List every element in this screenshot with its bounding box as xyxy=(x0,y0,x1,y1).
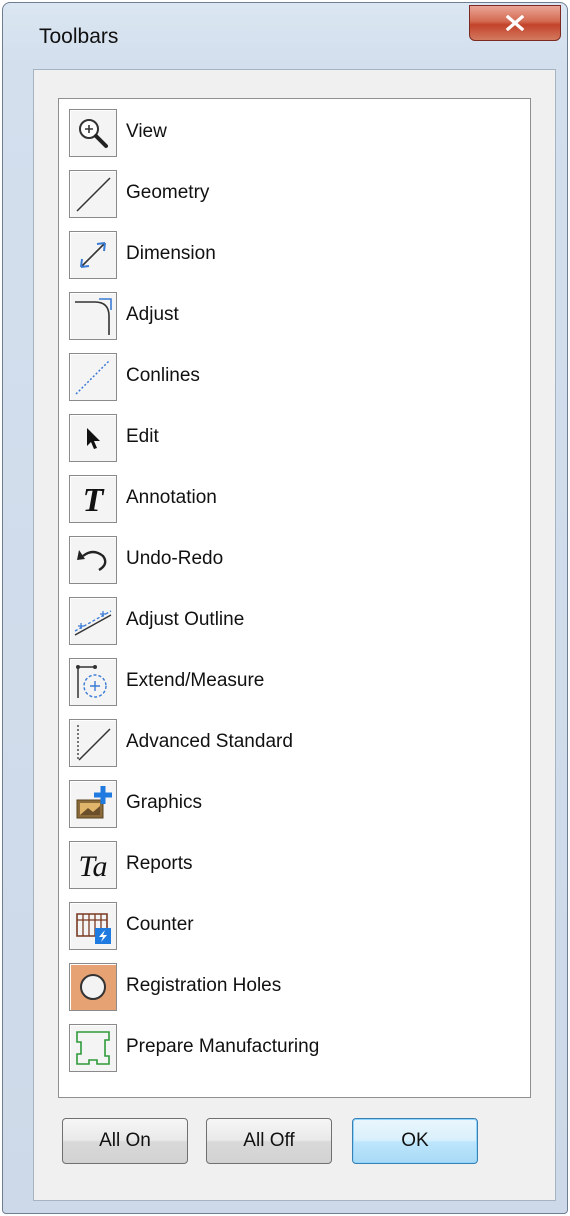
toolbar-item-extend-measure[interactable]: Extend/Measure xyxy=(69,658,509,706)
pointer-arrow-icon xyxy=(69,414,117,462)
toolbar-label: Reports xyxy=(126,853,193,874)
toolbar-item-counter[interactable]: Counter xyxy=(69,902,509,950)
toolbar-item-undo-redo[interactable]: Undo-Redo xyxy=(69,536,509,584)
toolbar-item-adjust-outline[interactable]: Adjust Outline xyxy=(69,597,509,645)
toolbar-label: Registration Holes xyxy=(126,975,282,996)
toolbar-label: Annotation xyxy=(126,487,217,508)
toolbar-label: View xyxy=(126,121,167,142)
undo-icon xyxy=(69,536,117,584)
toolbar-label: Conlines xyxy=(126,365,200,386)
close-x-icon xyxy=(505,15,525,31)
svg-text:T: T xyxy=(83,482,105,519)
toolbar-label: Advanced Standard xyxy=(126,731,293,752)
toolbar-item-adjust[interactable]: Adjust xyxy=(69,292,509,340)
toolbar-item-advanced-standard[interactable]: Advanced Standard xyxy=(69,719,509,767)
dialog-title: Toolbars xyxy=(39,25,119,48)
graphics-add-icon xyxy=(69,780,117,828)
toolbar-item-dimension[interactable]: Dimension xyxy=(69,231,509,279)
dimension-arrow-icon xyxy=(69,231,117,279)
toolbar-item-annotation[interactable]: T Annotation xyxy=(69,475,509,523)
toolbar-label: Adjust xyxy=(126,304,179,325)
dialog-client-area: View Geometry Dimension Adjust Conlines … xyxy=(33,69,556,1201)
toolbar-label: Edit xyxy=(126,426,159,447)
close-button[interactable] xyxy=(469,5,561,41)
toolbars-dialog: Toolbars View Geometry Dimension Adjust … xyxy=(2,2,568,1214)
toolbar-item-view[interactable]: View xyxy=(69,109,509,157)
toolbar-label: Extend/Measure xyxy=(126,670,265,691)
toolbar-list[interactable]: View Geometry Dimension Adjust Conlines … xyxy=(58,98,531,1098)
toolbar-label: Geometry xyxy=(126,182,210,203)
toolbar-label: Prepare Manufacturing xyxy=(126,1036,320,1057)
text-t-icon: T xyxy=(69,475,117,523)
zoom-magnifier-icon xyxy=(69,109,117,157)
counter-icon xyxy=(69,902,117,950)
registration-hole-icon xyxy=(69,963,117,1011)
construction-line-icon xyxy=(69,353,117,401)
toolbar-item-reports[interactable]: Ta Reports xyxy=(69,841,509,889)
svg-text:Ta: Ta xyxy=(79,850,108,883)
toolbar-label: Undo-Redo xyxy=(126,548,224,569)
toolbar-item-conlines[interactable]: Conlines xyxy=(69,353,509,401)
toolbar-item-prepare-manufacturing[interactable]: Prepare Manufacturing xyxy=(69,1024,509,1072)
ok-button[interactable]: OK xyxy=(352,1118,478,1164)
toolbar-label: Dimension xyxy=(126,243,216,264)
toolbar-item-geometry[interactable]: Geometry xyxy=(69,170,509,218)
adjust-outline-icon xyxy=(69,597,117,645)
toolbar-item-graphics[interactable]: Graphics xyxy=(69,780,509,828)
line-icon xyxy=(69,170,117,218)
all-on-button[interactable]: All On xyxy=(62,1118,188,1164)
advanced-line-icon xyxy=(69,719,117,767)
prepare-manufacturing-icon xyxy=(69,1024,117,1072)
toolbar-item-edit[interactable]: Edit xyxy=(69,414,509,462)
reports-ta-icon: Ta xyxy=(69,841,117,889)
all-off-button[interactable]: All Off xyxy=(206,1118,332,1164)
toolbar-label: Counter xyxy=(126,914,194,935)
toolbar-item-registration-holes[interactable]: Registration Holes xyxy=(69,963,509,1011)
toolbar-label: Adjust Outline xyxy=(126,609,245,630)
toolbar-label: Graphics xyxy=(126,792,203,813)
fillet-corner-icon xyxy=(69,292,117,340)
extend-measure-icon xyxy=(69,658,117,706)
